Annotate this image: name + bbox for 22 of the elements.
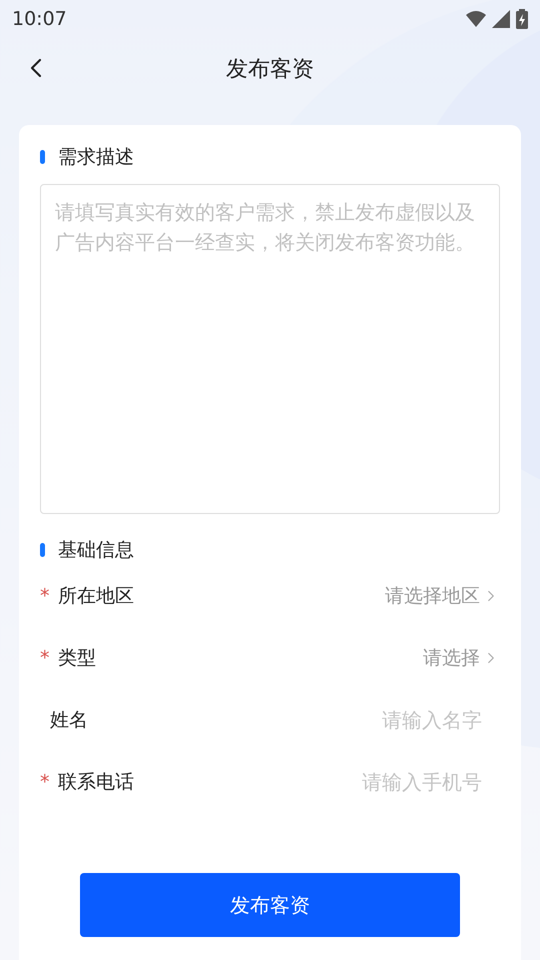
section-title: 需求描述 [58,144,134,170]
field-label: 姓名 [50,708,88,733]
required-mark: * [40,772,50,792]
signal-icon [492,10,510,28]
status-time: 10:07 [12,6,67,32]
section-title: 基础信息 [58,538,134,563]
select-field[interactable]: 请选择 [423,644,500,672]
field-label: 类型 [58,646,96,671]
wifi-icon [466,11,486,27]
field-label: 所在地区 [58,584,134,609]
input-field[interactable]: 请输入手机号 [282,767,482,797]
battery-icon [516,9,528,29]
section-marker [40,150,45,164]
field-label: 联系电话 [58,770,134,795]
required-mark: * [40,648,50,668]
page-title: 发布客资 [226,56,314,84]
input-field[interactable]: 请输入名字 [282,705,482,735]
select-field[interactable]: 请选择地区 [385,582,500,610]
submit-button[interactable]: 发布客资 [80,873,460,937]
section-marker [40,543,45,557]
demand-textarea[interactable]: 请填写真实有效的客户需求，禁止发布虚假以及广告内容平台一经查实，将关闭发布客资功能。 [40,184,500,514]
required-mark: * [40,586,50,606]
